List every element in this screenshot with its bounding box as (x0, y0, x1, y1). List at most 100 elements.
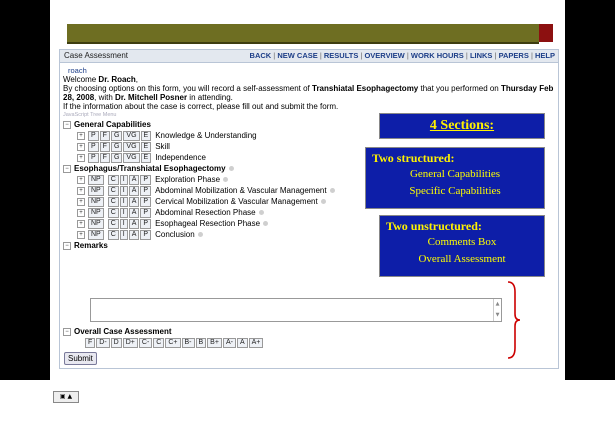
expand-icon[interactable]: + (77, 230, 85, 239)
info-icon[interactable] (329, 188, 335, 194)
grade-button-f[interactable]: F (99, 152, 110, 163)
remarks-scrollbar[interactable]: ▲ ▼ (493, 299, 501, 321)
grade-button-e[interactable]: E (140, 141, 152, 152)
grade-button-a[interactable]: A (128, 207, 140, 218)
menu-help[interactable]: HELP (535, 51, 555, 60)
grade-button-p[interactable]: P (140, 229, 152, 240)
overall-section-header[interactable]: − Overall Case Assessment (63, 326, 264, 337)
grade-button-p[interactable]: P (140, 174, 152, 185)
overall-grade-button[interactable]: B- (181, 337, 195, 348)
grade-button-vg[interactable]: VG (123, 141, 140, 152)
info-icon[interactable] (258, 210, 264, 216)
intro-attending: Dr. Mitchell Posner (115, 93, 188, 102)
expand-icon[interactable]: + (77, 197, 85, 206)
menu-work-hours[interactable]: WORK HOURS (411, 51, 464, 60)
grade-button-f[interactable]: F (99, 130, 110, 141)
grade-button-i[interactable]: I (119, 218, 128, 229)
overall-title: Overall Case Assessment (74, 327, 172, 336)
grade-button-a[interactable]: A (128, 185, 140, 196)
grade-button-a[interactable]: A (128, 218, 140, 229)
grade-button-f[interactable]: F (99, 141, 110, 152)
not-performed-button[interactable]: NP (88, 174, 104, 185)
grade-button-g[interactable]: G (110, 141, 123, 152)
collapse-icon[interactable]: − (63, 241, 71, 250)
info-icon[interactable] (263, 221, 269, 227)
grade-button-p[interactable]: P (140, 218, 152, 229)
not-performed-button[interactable]: NP (88, 185, 104, 196)
overall-grade-button[interactable]: A- (222, 337, 236, 348)
overall-grade-button[interactable]: C- (138, 337, 153, 348)
intro-p1: By choosing options on this form, you wi… (63, 84, 312, 93)
overall-grade-button[interactable]: A (236, 337, 248, 348)
grade-button-a[interactable]: A (128, 229, 140, 240)
info-icon[interactable] (320, 199, 326, 205)
overall-grade-button[interactable]: A+ (248, 337, 264, 348)
info-icon[interactable] (223, 177, 229, 183)
title-bar: Case Assessment BACK | NEW CASE | RESULT… (60, 50, 558, 63)
menu-links[interactable]: LINKS (470, 51, 493, 60)
overall-grade-button[interactable]: F (85, 337, 96, 348)
menu-back[interactable]: BACK (250, 51, 272, 60)
overall-grade-button[interactable]: B (195, 337, 207, 348)
grade-button-p[interactable]: P (88, 141, 99, 152)
menu-results[interactable]: RESULTS (324, 51, 358, 60)
grade-button-i[interactable]: I (119, 185, 128, 196)
grade-button-c[interactable]: C (107, 196, 119, 207)
not-performed-button[interactable]: NP (88, 207, 104, 218)
overall-grade-button[interactable]: D+ (122, 337, 138, 348)
menu-papers[interactable]: PAPERS (499, 51, 529, 60)
remarks-textarea[interactable]: ▲ ▼ (90, 298, 502, 322)
grade-button-vg[interactable]: VG (123, 130, 140, 141)
grade-button-c[interactable]: C (107, 229, 119, 240)
info-icon[interactable] (197, 232, 203, 238)
expand-icon[interactable]: + (77, 142, 85, 151)
welcome-prefix: Welcome (63, 75, 99, 84)
not-performed-button[interactable]: NP (88, 229, 104, 240)
grade-button-e[interactable]: E (140, 152, 152, 163)
grade-button-i[interactable]: I (119, 174, 128, 185)
submit-button[interactable]: Submit (64, 352, 97, 365)
grade-button-p[interactable]: P (140, 196, 152, 207)
grade-button-g[interactable]: G (110, 152, 123, 163)
collapse-icon[interactable]: − (63, 164, 71, 173)
menu-overview[interactable]: OVERVIEW (364, 51, 404, 60)
specific-item-label: Abdominal Mobilization & Vascular Manage… (155, 186, 327, 195)
intro-text: By choosing options on this form, you wi… (63, 84, 555, 102)
not-performed-button[interactable]: NP (88, 218, 104, 229)
grade-button-c[interactable]: C (107, 218, 119, 229)
expand-icon[interactable]: + (77, 219, 85, 228)
grade-button-p[interactable]: P (140, 185, 152, 196)
grade-button-p[interactable]: P (88, 152, 99, 163)
overall-grade-button[interactable]: D- (96, 337, 110, 348)
overall-grade-button[interactable]: C+ (165, 337, 181, 348)
grade-button-a[interactable]: A (128, 196, 140, 207)
expand-icon[interactable]: + (77, 186, 85, 195)
grade-button-p[interactable]: P (88, 130, 99, 141)
grade-button-c[interactable]: C (107, 207, 119, 218)
grade-button-i[interactable]: I (119, 196, 128, 207)
grade-button-p[interactable]: P (140, 207, 152, 218)
grade-button-vg[interactable]: VG (123, 152, 140, 163)
callout-structured: Two structured: General Capabilities Spe… (365, 147, 545, 209)
overall-grade-button[interactable]: C (153, 337, 165, 348)
expand-icon[interactable]: + (77, 153, 85, 162)
overall-grade-button[interactable]: D (110, 337, 122, 348)
grade-button-a[interactable]: A (128, 174, 140, 185)
grade-button-c[interactable]: C (107, 174, 119, 185)
info-icon[interactable] (228, 166, 234, 172)
grade-button-g[interactable]: G (110, 130, 123, 141)
expand-icon[interactable]: + (77, 208, 85, 217)
slide-nav-icon[interactable]: ▣ ▲ (53, 391, 79, 403)
grade-button-e[interactable]: E (140, 130, 152, 141)
expand-icon[interactable]: + (77, 175, 85, 184)
grade-button-c[interactable]: C (107, 185, 119, 196)
username-link[interactable]: roach (63, 66, 555, 75)
not-performed-button[interactable]: NP (88, 196, 104, 207)
expand-icon[interactable]: + (77, 131, 85, 140)
grade-button-i[interactable]: I (119, 207, 128, 218)
grade-button-i[interactable]: I (119, 229, 128, 240)
collapse-icon[interactable]: − (63, 120, 71, 129)
menu-new-case[interactable]: NEW CASE (277, 51, 317, 60)
overall-grade-button[interactable]: B+ (207, 337, 222, 348)
collapse-icon[interactable]: − (63, 327, 71, 336)
